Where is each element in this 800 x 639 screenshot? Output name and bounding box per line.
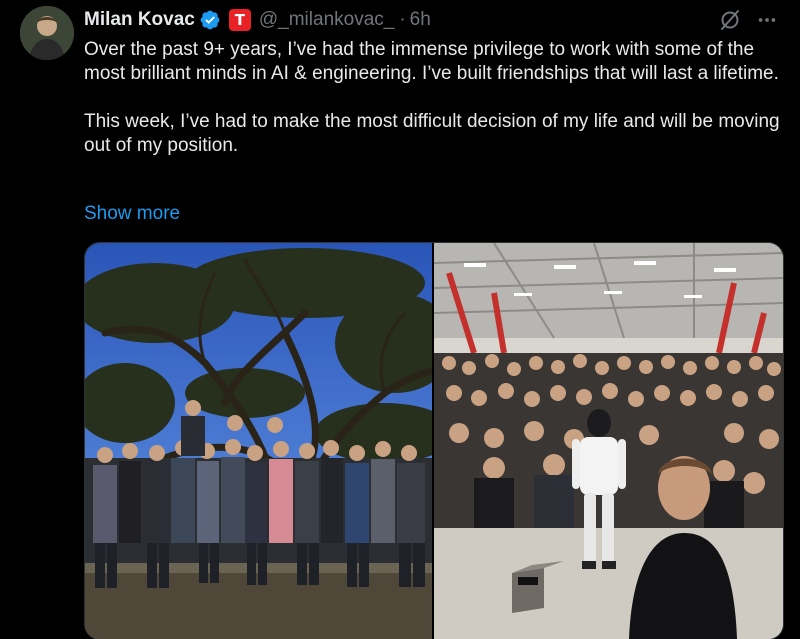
media-grid bbox=[84, 242, 784, 639]
show-more-link[interactable]: Show more bbox=[84, 202, 180, 226]
timestamp[interactable]: 6h bbox=[410, 9, 431, 31]
tweet-header: Milan Kovac T @_milankovac_ · 6h bbox=[84, 7, 431, 33]
verified-badge-icon bbox=[199, 9, 221, 31]
avatar[interactable] bbox=[20, 6, 74, 60]
tweet-actions-top bbox=[718, 8, 778, 32]
tweet-paragraph: Over the past 9+ years, I’ve had the imm… bbox=[84, 39, 779, 84]
tweet-paragraph: This week, I’ve had to make the most dif… bbox=[84, 111, 780, 156]
handle[interactable]: @_milankovac_ bbox=[259, 9, 394, 31]
tweet-text: Over the past 9+ years, I’ve had the imm… bbox=[84, 38, 784, 158]
group-photo-factory[interactable] bbox=[434, 243, 783, 639]
display-name[interactable]: Milan Kovac bbox=[84, 9, 195, 31]
group-photo-outdoor[interactable] bbox=[85, 243, 432, 639]
more-options-icon[interactable] bbox=[756, 9, 778, 31]
grok-icon[interactable] bbox=[718, 8, 742, 32]
affiliation-badge-icon[interactable]: T bbox=[228, 9, 251, 31]
tweet[interactable]: Milan Kovac T @_milankovac_ · 6h Over th… bbox=[0, 0, 800, 639]
separator: · bbox=[399, 9, 406, 30]
